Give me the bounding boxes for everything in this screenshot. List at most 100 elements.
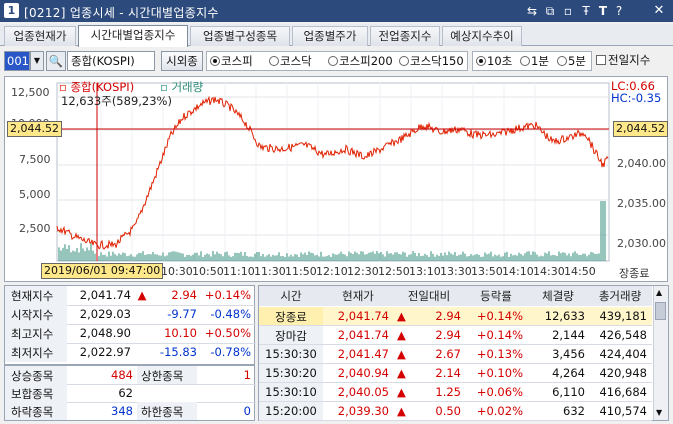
summary-value: 2,022.97 (79, 345, 131, 359)
index-code-input[interactable]: 001 (4, 51, 30, 71)
close-icon[interactable]: ✕ (652, 4, 666, 18)
price-cell: 2,040.94 (337, 366, 389, 380)
chevron-down-icon[interactable]: ▼ (30, 51, 44, 71)
breadth-label: 보합종목 (11, 387, 54, 401)
x-tick-label: 13:10 (409, 265, 441, 278)
diff-cell: 2.94 (435, 309, 461, 323)
tab-expected-index-trend[interactable]: 예상지수추이 (442, 26, 522, 46)
pin-icon[interactable]: Ŧ (579, 4, 593, 18)
help-icon[interactable]: ? (612, 4, 626, 18)
y-tick-left: 5,000 (19, 188, 51, 201)
search-icon[interactable]: 🔍 (46, 51, 66, 71)
breadth-label: 상승종목 (11, 369, 54, 383)
toolbar: 001 ▼ 🔍 종합(KOSPI) 시외종 코스피 코스닥 코스피200 코스닥… (0, 48, 673, 74)
radio-kospi[interactable]: 코스피 (210, 52, 253, 70)
summary-change: -9.77 (167, 307, 197, 321)
radio-5min[interactable]: 5분 (557, 52, 586, 70)
diff-cell: 1.25 (435, 385, 461, 399)
diff-cell: 2.67 (435, 347, 461, 361)
tab-sector-constituents[interactable]: 업종별구성종목 (190, 26, 290, 46)
table-row[interactable]: 15:20:00 2,039.30 ▲ 0.50 +0.02% 632 410,574 (259, 402, 652, 421)
tab-sector-price[interactable]: 업종현재가 (4, 26, 76, 46)
radio-kosdaq[interactable]: 코스닥 (269, 52, 312, 70)
index-chart[interactable]: ▫ 종합(KOSPI) ▫ 거래량 12,633주(589,23%) LC:0.… (4, 76, 668, 282)
tab-all-sector-index[interactable]: 전업종지수 (370, 26, 440, 46)
scroll-up-icon[interactable]: ▲ (656, 288, 662, 297)
column-header[interactable]: 시간 (259, 286, 323, 306)
column-header[interactable]: 등락률 (465, 286, 527, 306)
qty-cell: 4,264 (552, 366, 585, 380)
time-cell: 15:30:30 (265, 347, 317, 361)
overseas-button[interactable]: 시외종 (161, 51, 203, 71)
summary-change: 2.94 (171, 288, 197, 302)
time-series-table[interactable]: ▲ ▼ 시간 현재가 전일대비 등락률 체결량 총거래량 장종료 2,041.74 ▲ 2.94 +… (258, 285, 669, 421)
prev-day-checkbox[interactable]: 전일지수 (594, 51, 668, 71)
rate-cell: +0.14% (476, 328, 523, 342)
table-row[interactable]: 장종료 2,041.74 ▲ 2.94 +0.14% 12,633 439,181 (259, 307, 652, 326)
radio-kosdaq150[interactable]: 코스닥150 (399, 52, 464, 70)
time-cell: 장마감 (275, 329, 307, 343)
time-cell: 15:20:00 (265, 404, 317, 418)
summary-label: 최저지수 (11, 346, 54, 360)
x-tick-label: 12:10 (316, 265, 348, 278)
diff-cell: 0.50 (435, 404, 461, 418)
price-cell: 2,041.74 (337, 309, 389, 323)
cursor-info: 12,633주(589,23%) (61, 94, 172, 108)
table-row[interactable]: 15:30:10 2,040.05 ▲ 1.25 +0.06% 6,110 416,684 (259, 383, 652, 402)
x-tick-label: 13:30 (440, 265, 472, 278)
tab-sector-stock-price[interactable]: 업종별주가 (292, 26, 368, 46)
radio-10sec[interactable]: 10초 (476, 52, 512, 70)
summary-label: 현재지수 (11, 289, 54, 303)
title-bar: 1 [0212] 업종시세 - 시간대별업종지수 ⇆ ⧉ ▫ Ŧ T ? ✕ (0, 0, 673, 22)
tab-time-sector-index[interactable]: 시간대별업종지수 (78, 25, 188, 47)
total-cell: 424,404 (599, 347, 647, 361)
table-row[interactable]: 장마감 2,041.74 ▲ 2.94 +0.14% 2,144 426,548 (259, 326, 652, 345)
summary-change: -15.83 (159, 345, 197, 359)
summary-pct: +0.50% (204, 326, 251, 340)
index-name-field: 종합(KOSPI) (67, 51, 155, 71)
breadth-value: 484 (111, 368, 133, 382)
total-cell: 439,181 (599, 309, 647, 323)
x-tick-label: 14:50 (564, 265, 596, 278)
x-tick-label: 12:50 (378, 265, 410, 278)
text-icon[interactable]: T (596, 4, 610, 18)
table-row[interactable]: 15:30:20 2,040.94 ▲ 2.14 +0.10% 4,264 420,948 (259, 364, 652, 383)
scroll-down-icon[interactable]: ▼ (656, 408, 662, 417)
interval-radio-group: 10초 1분 5분 (472, 51, 592, 71)
breadth-label: 상한종목 (141, 369, 184, 383)
vertical-scrollbar[interactable]: ▲ ▼ (653, 286, 668, 420)
x-tick-label: 11:10 (223, 265, 255, 278)
total-cell: 426,548 (599, 328, 647, 342)
diff-cell: 2.14 (435, 366, 461, 380)
table-row[interactable]: 15:30:30 2,041.47 ▲ 2.67 +0.13% 3,456 424,404 (259, 345, 652, 364)
summary-value: 2,041.74 (79, 288, 131, 302)
copy-icon[interactable]: ⧉ (543, 4, 557, 18)
radio-kospi200[interactable]: 코스피200 (328, 52, 393, 70)
restore-icon[interactable]: ▫ (561, 4, 575, 18)
time-cell: 15:30:20 (265, 366, 317, 380)
qty-cell: 6,110 (552, 385, 585, 399)
transfer-icon[interactable]: ⇆ (525, 4, 539, 18)
rate-cell: +0.06% (476, 385, 523, 399)
summary-change: 10.10 (164, 326, 197, 340)
window-number-badge: 1 (4, 3, 19, 18)
total-cell: 420,948 (599, 366, 647, 380)
column-header[interactable]: 전일대비 (393, 286, 465, 306)
column-header[interactable]: 체결량 (527, 286, 589, 306)
y-tick-right: 2,035.00 (617, 197, 666, 210)
y-tick-left: 2,500 (19, 222, 51, 235)
window-title: [0212] 업종시세 - 시간대별업종지수 (24, 6, 219, 20)
column-header[interactable]: 총거래량 (589, 286, 651, 306)
market-radio-group: 코스피 코스닥 코스피200 코스닥150 (206, 51, 468, 71)
y-tick-right: 2,040.00 (617, 157, 666, 170)
radio-1min[interactable]: 1분 (520, 52, 549, 70)
column-header[interactable]: 현재가 (323, 286, 393, 306)
scroll-thumb[interactable] (655, 302, 666, 320)
x-tick-label: 12:30 (347, 265, 379, 278)
total-cell: 416,684 (599, 385, 647, 399)
breadth-value: 1 (243, 368, 251, 382)
y-tick-right: 2,030.00 (617, 237, 666, 250)
breadth-label: 하락종목 (11, 405, 54, 419)
plot-area (56, 82, 610, 262)
current-value-flag-right: 2,044.52 (613, 121, 668, 137)
